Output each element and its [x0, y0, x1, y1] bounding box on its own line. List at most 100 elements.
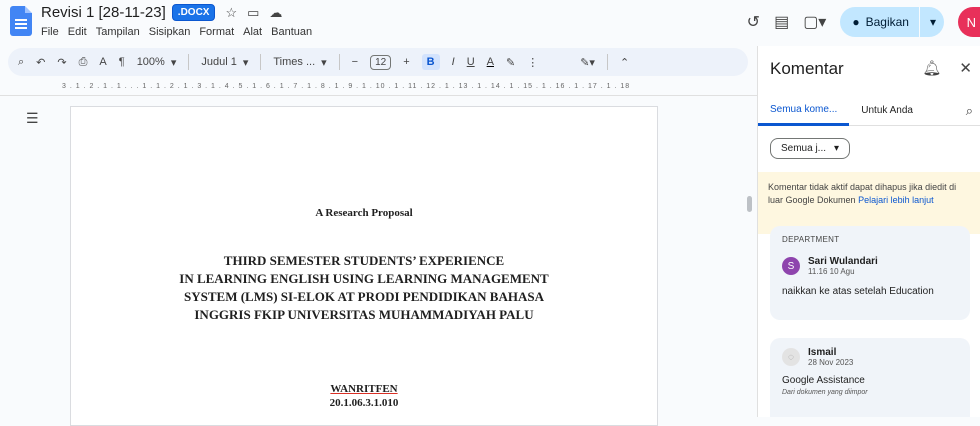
- chevron-down-icon: ▾: [170, 56, 177, 69]
- close-icon[interactable]: ✕: [959, 59, 972, 77]
- top-right-actions: ↺ ▤ ▢▾ ● Bagikan ▾ N: [747, 6, 980, 38]
- comments-panel-title: Komentar: [770, 59, 844, 78]
- italic-button[interactable]: I: [452, 56, 455, 68]
- panel-header-actions: 🔔︎ ✕: [922, 59, 972, 77]
- comment-author: S Sari Wulandari 11.16 10 Agu: [782, 256, 958, 276]
- zoom-select[interactable]: 100% ▾: [137, 56, 177, 69]
- title-line: THIRD SEMESTER STUDENTS’ EXPERIENCE: [223, 253, 505, 268]
- comment-source: Dari dokumen yang diimpor: [782, 389, 868, 396]
- comment-card[interactable]: ◌ Ismail 28 Nov 2023 Google Assistance D…: [770, 338, 970, 417]
- highlight-icon[interactable]: ✎: [506, 56, 515, 69]
- person-icon: ◌: [782, 348, 800, 366]
- commenter-name: Sari Wulandari: [808, 256, 878, 267]
- document-area: ☰ A Research Proposal THIRD SEMESTER STU…: [0, 95, 757, 426]
- author-name: WANRITFEN: [71, 383, 657, 395]
- font-size-input[interactable]: 12: [370, 54, 392, 70]
- increase-font-icon[interactable]: +: [403, 56, 409, 68]
- author-name-text: WANRITFEN: [330, 383, 398, 395]
- share-label: Bagikan: [865, 15, 909, 29]
- title-row: Revisi 1 [28-11-23] .DOCX ☆ ▭ ☁: [41, 4, 282, 21]
- redo-icon[interactable]: ↷: [57, 56, 66, 69]
- share-divider: [918, 7, 920, 37]
- avatar: S: [782, 257, 800, 275]
- chevron-down-icon: ▾: [242, 56, 249, 69]
- bold-button[interactable]: B: [421, 54, 440, 70]
- text-color-button[interactable]: A: [487, 56, 494, 68]
- chevron-down-icon[interactable]: ▾: [930, 15, 936, 29]
- folder-icon[interactable]: ▭: [247, 5, 259, 21]
- history-icon[interactable]: ↺: [747, 12, 760, 32]
- star-icon[interactable]: ☆: [225, 5, 237, 21]
- underline-button[interactable]: U: [467, 56, 475, 68]
- comments-panel: Komentar 🔔︎ ✕ Semua kome... Untuk Anda ⌕…: [757, 46, 980, 417]
- title-line: SYSTEM (LMS) SI-ELOK AT PRODI PENDIDIKAN…: [184, 289, 544, 304]
- chevron-down-icon: ▾: [321, 56, 327, 69]
- document-page[interactable]: A Research Proposal THIRD SEMESTER STUDE…: [70, 106, 658, 426]
- comment-text: naikkan ke atas setelah Education: [782, 286, 934, 297]
- student-id: 20.1.06.3.1.010: [329, 397, 399, 409]
- editing-mode-icon[interactable]: ✎▾: [580, 56, 595, 69]
- menu-edit[interactable]: Edit: [68, 26, 87, 38]
- cloud-icon[interactable]: ☁: [269, 5, 282, 21]
- proposal-title: THIRD SEMESTER STUDENTS’ EXPERIENCE IN L…: [71, 252, 657, 324]
- more-options-icon[interactable]: ⋮: [527, 56, 538, 69]
- tab-all-comments[interactable]: Semua kome...: [758, 96, 850, 126]
- proposal-subtitle: A Research Proposal: [315, 207, 413, 219]
- toolbar-divider: [260, 54, 262, 70]
- font-value: Times ...: [273, 56, 316, 68]
- user-avatar[interactable]: N: [958, 7, 980, 37]
- menu-help[interactable]: Bantuan: [271, 26, 312, 38]
- comment-author: ◌ Ismail 28 Nov 2023: [782, 347, 958, 367]
- comment-card[interactable]: DEPARTMENT S Sari Wulandari 11.16 10 Agu…: [770, 226, 970, 320]
- tab-for-you[interactable]: Untuk Anda: [849, 96, 925, 126]
- inactive-comments-notice: Komentar tidak aktif dapat dihapus jika …: [758, 172, 980, 234]
- title-line: IN LEARNING ENGLISH USING LEARNING MANAG…: [179, 271, 549, 286]
- print-icon[interactable]: ⎙: [79, 56, 88, 69]
- spellcheck-icon[interactable]: A: [99, 56, 106, 68]
- menu-insert[interactable]: Sisipkan: [149, 26, 191, 38]
- share-button[interactable]: ● Bagikan ▾: [840, 7, 944, 37]
- docx-badge[interactable]: .DOCX: [171, 4, 216, 21]
- toolbar-divider: [606, 54, 608, 70]
- comments-icon[interactable]: ▤: [774, 12, 789, 32]
- toolbar-divider: [188, 54, 190, 70]
- learn-more-link[interactable]: Pelajari lebih lanjut: [858, 195, 934, 205]
- outline-icon[interactable]: ☰: [26, 110, 39, 127]
- bell-icon[interactable]: 🔔︎: [922, 59, 941, 77]
- comment-filter-select[interactable]: Semua j... ▾: [770, 138, 851, 159]
- comment-text: Google Assistance: [782, 375, 865, 386]
- comment-label: DEPARTMENT: [782, 235, 840, 244]
- toolbar-divider: [338, 54, 340, 70]
- comment-meta: Sari Wulandari 11.16 10 Agu: [808, 256, 878, 276]
- document-title[interactable]: Revisi 1 [28-11-23]: [41, 4, 166, 21]
- scrollbar[interactable]: [747, 196, 752, 212]
- formatting-toolbar: ⌕ ↶ ↷ ⎙ A ¶ 100% ▾ Judul 1 ▾ Times ... ▾ − …: [8, 48, 748, 76]
- comment-tabs: Semua kome... Untuk Anda ⌕: [758, 96, 980, 126]
- ruler[interactable]: 3 . 1 . 2 . 1 . 1 . . . 1 . 1 . 2 . 1 . …: [0, 78, 748, 94]
- docs-logo-icon[interactable]: [10, 6, 32, 36]
- chevron-down-icon: ▾: [834, 143, 840, 154]
- decrease-font-icon[interactable]: −: [352, 56, 358, 68]
- menu-bar: File Edit Tampilan Sisipkan Format Alat …: [41, 26, 312, 38]
- menu-tools[interactable]: Alat: [243, 26, 262, 38]
- undo-icon[interactable]: ↶: [36, 56, 45, 69]
- style-value: Judul 1: [201, 56, 237, 68]
- zoom-value: 100%: [136, 56, 165, 68]
- collapse-menus-icon[interactable]: ⌃: [620, 56, 629, 69]
- filter-value: Semua j...: [781, 143, 827, 154]
- lock-icon: ●: [852, 15, 860, 29]
- font-select[interactable]: Times ... ▾: [273, 56, 326, 69]
- menu-file[interactable]: File: [41, 26, 59, 38]
- meet-icon[interactable]: ▢▾: [803, 12, 826, 32]
- top-bar: Revisi 1 [28-11-23] .DOCX ☆ ▭ ☁ File Edi…: [0, 0, 980, 46]
- search-icon[interactable]: ⌕: [966, 103, 973, 119]
- style-select[interactable]: Judul 1 ▾: [201, 56, 248, 69]
- title-line: INGGRIS FKIP UNIVERSITAS MUHAMMADIYAH PA…: [194, 307, 534, 322]
- menu-view[interactable]: Tampilan: [96, 26, 140, 38]
- search-menus-icon[interactable]: ⌕: [18, 56, 24, 69]
- paint-format-icon[interactable]: ¶: [119, 56, 125, 68]
- comment-meta: Ismail 28 Nov 2023: [808, 347, 853, 367]
- comment-time: 11.16 10 Agu: [808, 267, 855, 276]
- comment-time: 28 Nov 2023: [808, 358, 854, 367]
- menu-format[interactable]: Format: [199, 26, 234, 38]
